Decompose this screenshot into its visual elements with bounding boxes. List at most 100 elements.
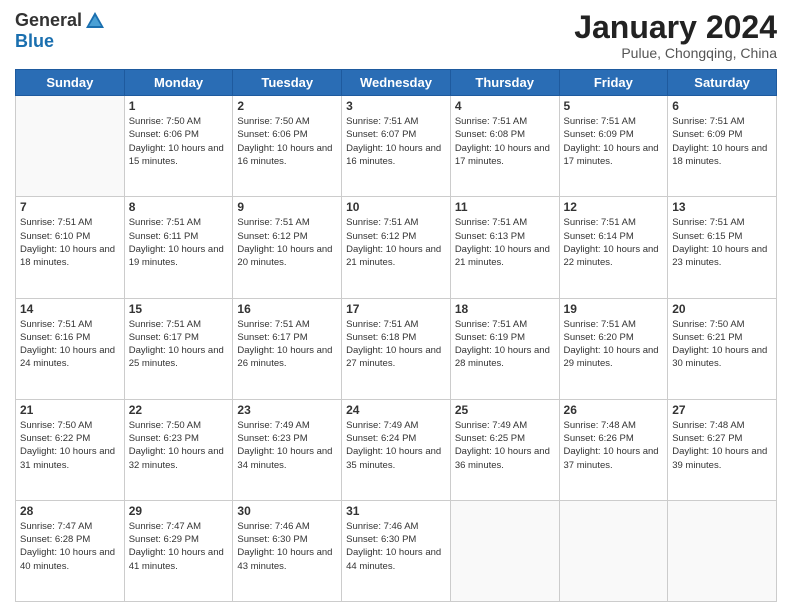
table-row: 17 Sunrise: 7:51 AMSunset: 6:18 PMDayligh… [342,298,451,399]
calendar-week-row: 28 Sunrise: 7:47 AMSunset: 6:28 PMDayligh… [16,500,777,601]
day-number: 7 [20,200,120,214]
day-number: 14 [20,302,120,316]
day-info: Sunrise: 7:51 AMSunset: 6:12 PMDaylight:… [237,216,337,269]
table-row [16,96,125,197]
calendar-week-row: 21Sunrise: 7:50 AMSunset: 6:22 PMDayligh… [16,399,777,500]
day-info: Sunrise: 7:50 AMSunset: 6:23 PMDaylight:… [129,419,229,472]
table-row: 19 Sunrise: 7:51 AMSunset: 6:20 PMDayligh… [559,298,668,399]
page: General Blue January 2024 Pulue, Chongqi… [0,0,792,612]
day-number: 28 [20,504,120,518]
day-info: Sunrise: 7:46 AMSunset: 6:30 PMDaylight:… [346,520,446,573]
table-row: 16 Sunrise: 7:51 AMSunset: 6:17 PMDayligh… [233,298,342,399]
table-row: 5Sunrise: 7:51 AMSunset: 6:09 PMDaylight… [559,96,668,197]
day-number: 17 [346,302,446,316]
table-row: 20 Sunrise: 7:50 AMSunset: 6:21 PMDayligh… [668,298,777,399]
calendar-week-row: 1 Sunrise: 7:50 AMSunset: 6:06 PMDaylight… [16,96,777,197]
day-info: Sunrise: 7:51 AMSunset: 6:08 PMDaylight:… [455,115,555,168]
col-monday: Monday [124,70,233,96]
day-number: 24 [346,403,446,417]
table-row: 27 Sunrise: 7:48 AMSunset: 6:27 PMDayligh… [668,399,777,500]
calendar-table: Sunday Monday Tuesday Wednesday Thursday… [15,69,777,602]
day-info: Sunrise: 7:48 AMSunset: 6:26 PMDaylight:… [564,419,664,472]
header: General Blue January 2024 Pulue, Chongqi… [15,10,777,61]
day-number: 18 [455,302,555,316]
day-info: Sunrise: 7:51 AMSunset: 6:20 PMDaylight:… [564,318,664,371]
day-number: 22 [129,403,229,417]
col-thursday: Thursday [450,70,559,96]
day-info: Sunrise: 7:51 AMSunset: 6:13 PMDaylight:… [455,216,555,269]
col-saturday: Saturday [668,70,777,96]
day-number: 29 [129,504,229,518]
day-number: 31 [346,504,446,518]
day-info: Sunrise: 7:50 AMSunset: 6:06 PMDaylight:… [129,115,229,168]
table-row: 15 Sunrise: 7:51 AMSunset: 6:17 PMDayligh… [124,298,233,399]
day-info: Sunrise: 7:50 AMSunset: 6:21 PMDaylight:… [672,318,772,371]
table-row: 1 Sunrise: 7:50 AMSunset: 6:06 PMDaylight… [124,96,233,197]
table-row: 13 Sunrise: 7:51 AMSunset: 6:15 PMDayligh… [668,197,777,298]
day-number: 13 [672,200,772,214]
day-number: 6 [672,99,772,113]
day-number: 21 [20,403,120,417]
day-info: Sunrise: 7:47 AMSunset: 6:28 PMDaylight:… [20,520,120,573]
table-row: 4 Sunrise: 7:51 AMSunset: 6:08 PMDaylight… [450,96,559,197]
day-number: 9 [237,200,337,214]
table-row: 14Sunrise: 7:51 AMSunset: 6:16 PMDayligh… [16,298,125,399]
day-info: Sunrise: 7:46 AMSunset: 6:30 PMDaylight:… [237,520,337,573]
table-row: 23 Sunrise: 7:49 AMSunset: 6:23 PMDayligh… [233,399,342,500]
table-row: 18Sunrise: 7:51 AMSunset: 6:19 PMDayligh… [450,298,559,399]
day-info: Sunrise: 7:51 AMSunset: 6:18 PMDaylight:… [346,318,446,371]
day-number: 30 [237,504,337,518]
table-row: 7 Sunrise: 7:51 AMSunset: 6:10 PMDaylight… [16,197,125,298]
day-number: 15 [129,302,229,316]
day-info: Sunrise: 7:48 AMSunset: 6:27 PMDaylight:… [672,419,772,472]
logo-icon [84,10,106,32]
table-row: 8 Sunrise: 7:51 AMSunset: 6:11 PMDaylight… [124,197,233,298]
day-number: 23 [237,403,337,417]
day-number: 16 [237,302,337,316]
day-info: Sunrise: 7:51 AMSunset: 6:11 PMDaylight:… [129,216,229,269]
day-number: 10 [346,200,446,214]
day-number: 2 [237,99,337,113]
day-info: Sunrise: 7:51 AMSunset: 6:10 PMDaylight:… [20,216,120,269]
day-info: Sunrise: 7:51 AMSunset: 6:17 PMDaylight:… [129,318,229,371]
day-info: Sunrise: 7:51 AMSunset: 6:14 PMDaylight:… [564,216,664,269]
location: Pulue, Chongqing, China [574,45,777,61]
table-row: 24 Sunrise: 7:49 AMSunset: 6:24 PMDayligh… [342,399,451,500]
table-row: 6 Sunrise: 7:51 AMSunset: 6:09 PMDaylight… [668,96,777,197]
col-sunday: Sunday [16,70,125,96]
table-row: 9 Sunrise: 7:51 AMSunset: 6:12 PMDaylight… [233,197,342,298]
day-info: Sunrise: 7:51 AMSunset: 6:09 PMDaylight:… [672,115,772,168]
day-info: Sunrise: 7:49 AMSunset: 6:24 PMDaylight:… [346,419,446,472]
table-row [450,500,559,601]
logo-blue-text: Blue [15,32,54,52]
day-info: Sunrise: 7:50 AMSunset: 6:06 PMDaylight:… [237,115,337,168]
day-number: 19 [564,302,664,316]
day-number: 20 [672,302,772,316]
day-info: Sunrise: 7:51 AMSunset: 6:07 PMDaylight:… [346,115,446,168]
month-year: January 2024 [574,10,777,45]
day-info: Sunrise: 7:51 AMSunset: 6:15 PMDaylight:… [672,216,772,269]
day-info: Sunrise: 7:51 AMSunset: 6:09 PMDaylight:… [564,115,664,168]
table-row [559,500,668,601]
logo: General Blue [15,10,106,52]
table-row: 26Sunrise: 7:48 AMSunset: 6:26 PMDayligh… [559,399,668,500]
day-number: 11 [455,200,555,214]
table-row: 12Sunrise: 7:51 AMSunset: 6:14 PMDayligh… [559,197,668,298]
day-info: Sunrise: 7:51 AMSunset: 6:12 PMDaylight:… [346,216,446,269]
day-info: Sunrise: 7:49 AMSunset: 6:23 PMDaylight:… [237,419,337,472]
day-number: 27 [672,403,772,417]
table-row: 28 Sunrise: 7:47 AMSunset: 6:28 PMDayligh… [16,500,125,601]
day-info: Sunrise: 7:47 AMSunset: 6:29 PMDaylight:… [129,520,229,573]
table-row: 25Sunrise: 7:49 AMSunset: 6:25 PMDayligh… [450,399,559,500]
table-row: 30 Sunrise: 7:46 AMSunset: 6:30 PMDayligh… [233,500,342,601]
table-row: 31 Sunrise: 7:46 AMSunset: 6:30 PMDayligh… [342,500,451,601]
day-number: 4 [455,99,555,113]
day-number: 8 [129,200,229,214]
col-tuesday: Tuesday [233,70,342,96]
day-info: Sunrise: 7:51 AMSunset: 6:17 PMDaylight:… [237,318,337,371]
calendar-header-row: Sunday Monday Tuesday Wednesday Thursday… [16,70,777,96]
day-number: 25 [455,403,555,417]
table-row: 22 Sunrise: 7:50 AMSunset: 6:23 PMDayligh… [124,399,233,500]
title-section: January 2024 Pulue, Chongqing, China [574,10,777,61]
day-number: 1 [129,99,229,113]
